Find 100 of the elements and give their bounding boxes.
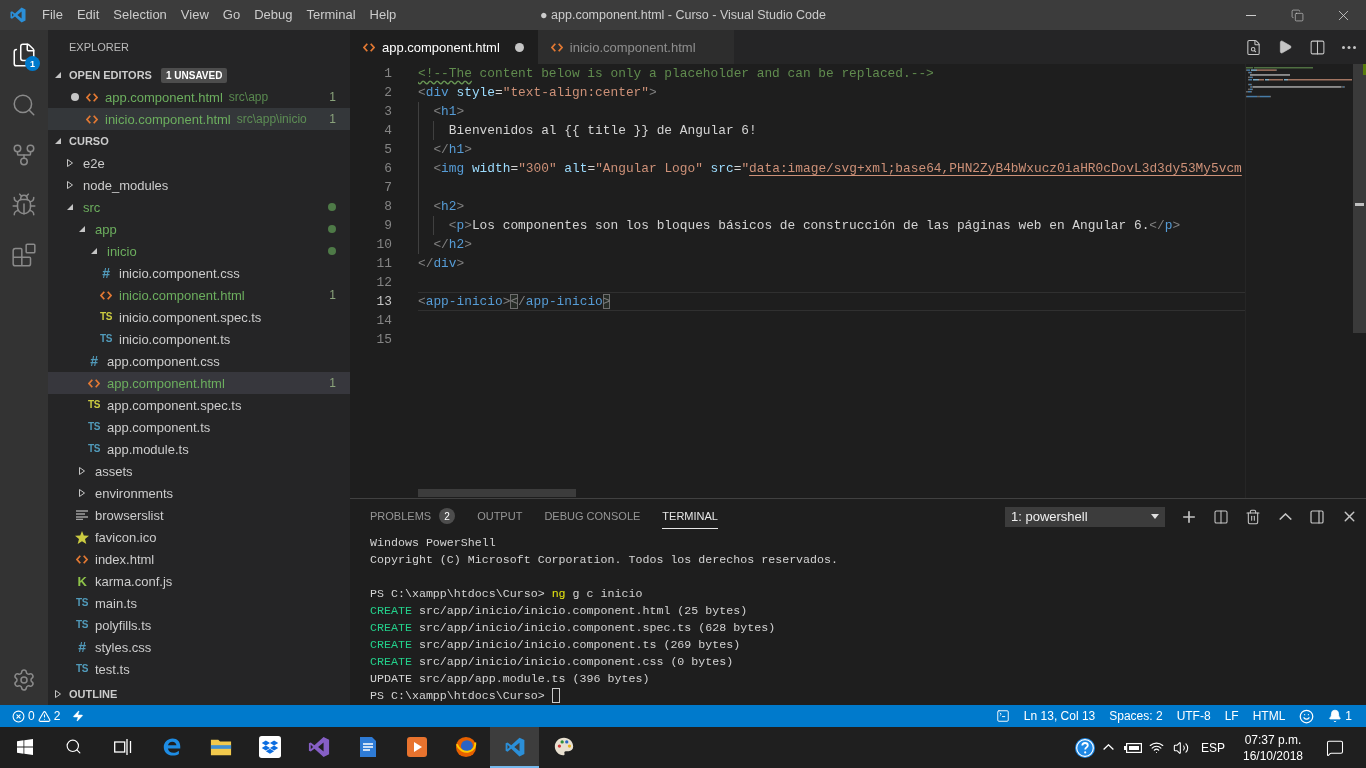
menu-item[interactable]: Debug [247, 0, 300, 30]
problems-status[interactable]: 0 2 [6, 705, 67, 727]
problem-count: 1 [329, 376, 336, 390]
count-badge: 2 [439, 508, 456, 524]
tree-item[interactable]: # app.component.css [48, 350, 350, 372]
line-number: 13 [376, 293, 392, 311]
tree-item[interactable]: app [48, 218, 350, 240]
section-header[interactable]: CURSO [48, 130, 350, 152]
code-line: <img width="300" alt="Angular Logo" src="data:image/svg+xml;base64,PHN2ZyB4bWxucz0iaHR0cDovL3d3dy53My5vcm [432, 161, 1242, 176]
window-title: ● app.component.html - Curso - Visual Studio Code [540, 8, 826, 22]
section-header[interactable]: OUTLINE [48, 683, 350, 705]
ts-file-icon: TS [88, 400, 100, 410]
ts-file-icon: TS [76, 620, 88, 630]
section-header[interactable]: OPEN EDITORS 1 UNSAVED [48, 64, 350, 86]
ts-file-icon: TS [88, 444, 100, 454]
tree-item[interactable]: # inicio.component.css [48, 262, 350, 284]
panel-tab[interactable]: TERMINAL [662, 504, 718, 529]
menu-item[interactable]: Edit [69, 0, 107, 30]
status-dot-icon [328, 203, 336, 211]
tree-item[interactable]: TS app.component.ts [48, 416, 350, 438]
lightning-icon [72, 710, 85, 722]
tree-item[interactable]: # styles.css [48, 636, 350, 658]
tree-item[interactable]: inicio.component.html 1 [48, 284, 350, 306]
speaker-icon [1173, 739, 1189, 756]
line-number: 14 [376, 312, 392, 330]
panel-tab[interactable]: DEBUG CONSOLE [544, 504, 641, 529]
chevron-up-icon [1278, 512, 1292, 521]
editor-tab[interactable]: inicio.component.html [537, 30, 734, 64]
tree-item[interactable]: K karma.conf.js [48, 570, 350, 592]
search-icon [11, 92, 37, 118]
activity-button[interactable]: 1 [0, 30, 48, 80]
split-icon [1213, 508, 1229, 525]
cursor-marker [1355, 203, 1364, 206]
status-dot-icon [328, 225, 336, 233]
menu-item[interactable]: Go [215, 0, 248, 30]
tree-item[interactable]: environments [48, 482, 350, 504]
tree-item[interactable]: inicio [48, 240, 350, 262]
line-number: 4 [384, 122, 392, 140]
panel-tab[interactable]: OUTPUT [477, 504, 523, 529]
panel-tab[interactable]: PROBLEMS 2 [370, 504, 456, 529]
tree-item[interactable]: TS polyfills.ts [48, 614, 350, 636]
menu-item[interactable]: Selection [106, 0, 174, 30]
line-number: 9 [384, 217, 392, 235]
tree-item[interactable]: app.component.html 1 [48, 372, 350, 394]
tree-item[interactable]: favicon.ico [48, 526, 350, 548]
tree-item[interactable]: TS test.ts [48, 658, 350, 680]
tree-item[interactable]: TS inicio.component.ts [48, 328, 350, 350]
code-line: </h2> [432, 237, 472, 252]
chevron-up-icon [1103, 744, 1115, 751]
clock[interactable]: 07:37 p.m. 16/10/2018 [1233, 727, 1313, 768]
hash-file-icon: # [102, 266, 110, 280]
terminal-select[interactable]: 1: powershell [1005, 506, 1165, 527]
menu-item[interactable]: File [35, 0, 70, 30]
status-item[interactable]: Spaces: 2 [1103, 705, 1169, 727]
tree-item[interactable]: TS main.ts [48, 592, 350, 614]
hash-file-icon: # [78, 640, 86, 654]
terminal-cursor [551, 688, 560, 703]
tree-item[interactable]: src [48, 196, 350, 218]
code-line: <!--The content below is only a placeholder and can be replaced.--> [418, 66, 934, 81]
code-line: <div style="text-align:center"> [418, 85, 657, 100]
tree-item[interactable]: TS inicio.component.spec.ts [48, 306, 350, 328]
editor-tab[interactable]: app.component.html [350, 30, 538, 64]
line-number: 1 [384, 65, 392, 83]
warning-icon [37, 709, 51, 723]
status-item[interactable]: Ln 13, Col 13 [1017, 705, 1102, 727]
tree-item[interactable]: TS app.component.spec.ts [48, 394, 350, 416]
menu-item[interactable]: Help [362, 0, 404, 30]
tree-item[interactable]: browserslist [48, 504, 350, 526]
message-icon [1326, 738, 1344, 757]
open-editor-item[interactable]: app.component.html src\app 1 [48, 86, 350, 108]
change-marker [1363, 64, 1366, 75]
code-brackets-icon [88, 378, 100, 388]
status-item[interactable]: UTF-8 [1170, 705, 1217, 727]
status-item[interactable]: LF [1218, 705, 1245, 727]
line-number: 6 [384, 160, 392, 178]
restore-icon [1290, 8, 1304, 22]
status-item[interactable]: HTML [1246, 705, 1292, 727]
status-dot-icon [328, 247, 336, 255]
tree-item[interactable]: e2e [48, 152, 350, 174]
menu-item[interactable]: View [173, 0, 216, 30]
tree-item[interactable]: TS app.module.ts [48, 438, 350, 460]
play-tile-icon [406, 736, 427, 757]
ts-file-icon: TS [100, 334, 112, 344]
open-editor-item[interactable]: inicio.component.html src\app\inicio 1 [48, 108, 350, 130]
ribbon-logo-icon [307, 735, 330, 758]
wifi-icon [1149, 740, 1165, 755]
notifications-button[interactable]: 1 [1322, 705, 1358, 727]
smiley-icon [1299, 708, 1315, 724]
menu-item[interactable]: Terminal [299, 0, 363, 30]
code-logo-icon [9, 7, 26, 23]
tree-item[interactable]: index.html [48, 548, 350, 570]
line-number: 15 [376, 331, 392, 349]
file-search-icon [1244, 38, 1262, 56]
line-number: 10 [376, 236, 392, 254]
language-indicator[interactable]: ESP [1193, 727, 1233, 768]
tree-item[interactable]: assets [48, 460, 350, 482]
code-brackets-icon [100, 290, 112, 300]
windows-logo-icon [16, 738, 33, 755]
tree-item[interactable]: node_modules [48, 174, 350, 196]
ts-file-icon: TS [88, 422, 100, 432]
